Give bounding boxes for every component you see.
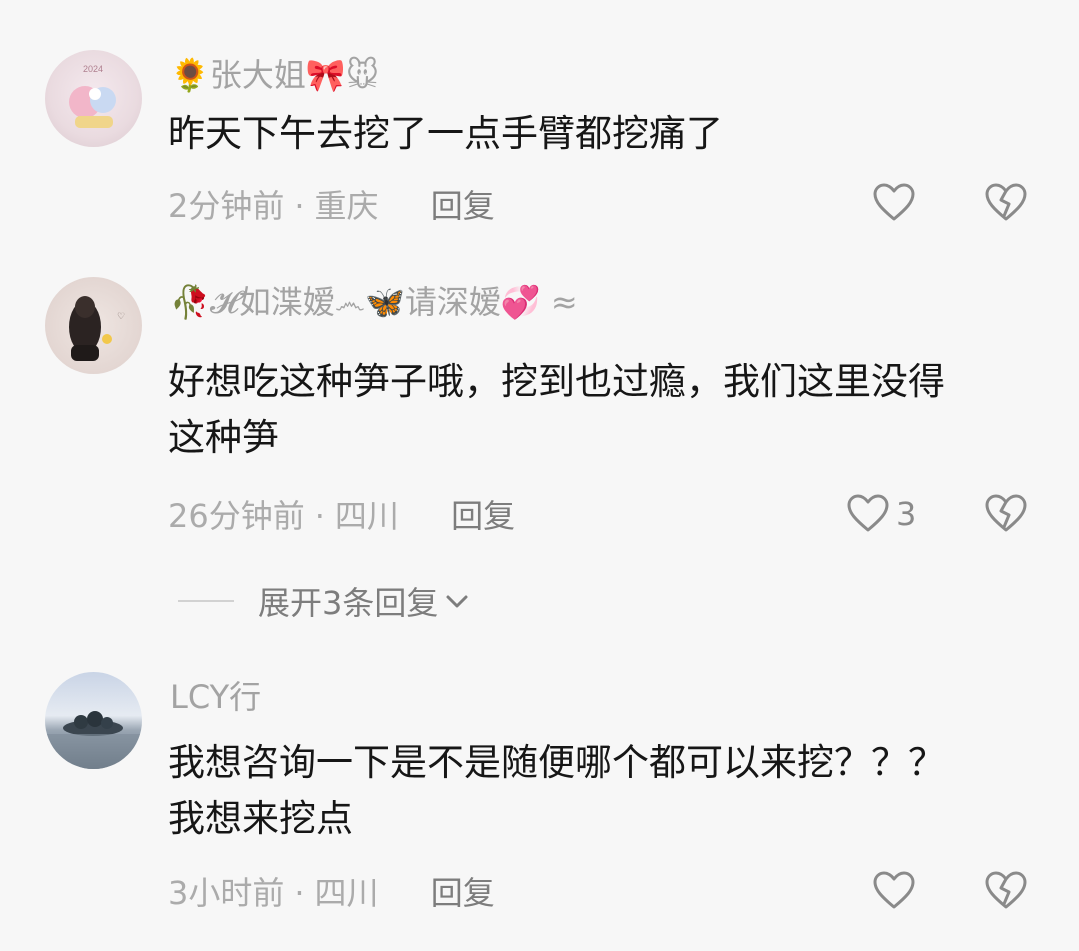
- dislike-button[interactable]: [984, 494, 1028, 538]
- avatar[interactable]: ♡: [45, 277, 142, 374]
- comment-time: 26分钟前: [168, 497, 305, 535]
- avatar-image: ♡: [69, 296, 125, 361]
- comment-location: 重庆: [314, 187, 379, 225]
- avatar-label: 2024: [83, 64, 103, 74]
- comment-location: 四川: [314, 874, 379, 912]
- like-button[interactable]: 3: [846, 494, 916, 534]
- avatar[interactable]: [45, 672, 142, 769]
- heart-outline-icon: [847, 494, 889, 532]
- chevron-down-icon: [446, 595, 468, 608]
- comment-location: 四川: [334, 497, 399, 535]
- like-button[interactable]: [872, 183, 922, 223]
- username[interactable]: LCY行: [170, 677, 261, 717]
- comment-meta: 3小时前 · 四川 回复: [168, 873, 495, 913]
- avatar-image: [45, 711, 142, 769]
- expand-replies-button[interactable]: 展开3条回复: [178, 578, 472, 624]
- heart-outline-icon: [873, 871, 915, 909]
- comment-text: 好想吃这种笋子哦，挖到也过瘾，我们这里没得 这种笋: [168, 354, 945, 466]
- comment-meta: 26分钟前 · 四川 回复: [168, 496, 515, 536]
- comment-line: 这种笋: [168, 416, 279, 459]
- comment-meta: 2分钟前 · 重庆 回复: [168, 186, 495, 226]
- comment-text: 昨天下午去挖了一点手臂都挖痛了: [168, 106, 723, 162]
- avatar[interactable]: 2024: [45, 50, 142, 147]
- like-button[interactable]: [872, 871, 922, 911]
- username[interactable]: 🥀𝓗如渫嫒෴🦋请深嫒💞 ≈: [170, 282, 578, 322]
- reply-button[interactable]: 回复: [431, 874, 495, 912]
- separator-dot: ·: [294, 874, 305, 912]
- comment-text: 我想咨询一下是不是随便哪个都可以来挖？？？ 我想来挖点: [168, 735, 945, 847]
- reply-button[interactable]: 回复: [451, 497, 515, 535]
- separator-dot: ·: [314, 497, 325, 535]
- expand-replies-label: 展开3条回复: [258, 584, 439, 622]
- like-count: 3: [896, 495, 917, 533]
- dislike-button[interactable]: [984, 871, 1028, 915]
- avatar-mark: ♡: [117, 311, 125, 321]
- separator-dot: ·: [294, 187, 305, 225]
- dislike-button[interactable]: [984, 183, 1028, 227]
- broken-heart-icon: [985, 871, 1027, 909]
- comment-time: 2分钟前: [168, 187, 285, 225]
- comment-line: 我想咨询一下是不是随便哪个都可以来挖？？？: [168, 741, 945, 784]
- username[interactable]: 🌻张大姐🎀🐭: [170, 55, 379, 95]
- comment-line: 我想来挖点: [168, 797, 353, 840]
- divider-line: [178, 600, 234, 602]
- comment-time: 3小时前: [168, 874, 285, 912]
- broken-heart-icon: [985, 494, 1027, 532]
- broken-heart-icon: [985, 183, 1027, 221]
- comment-line: 好想吃这种笋子哦，挖到也过瘾，我们这里没得: [168, 360, 945, 403]
- comment-line: 昨天下午去挖了一点手臂都挖痛了: [168, 112, 723, 155]
- reply-button[interactable]: 回复: [431, 187, 495, 225]
- heart-outline-icon: [873, 183, 915, 221]
- avatar-image: 2024: [69, 64, 116, 128]
